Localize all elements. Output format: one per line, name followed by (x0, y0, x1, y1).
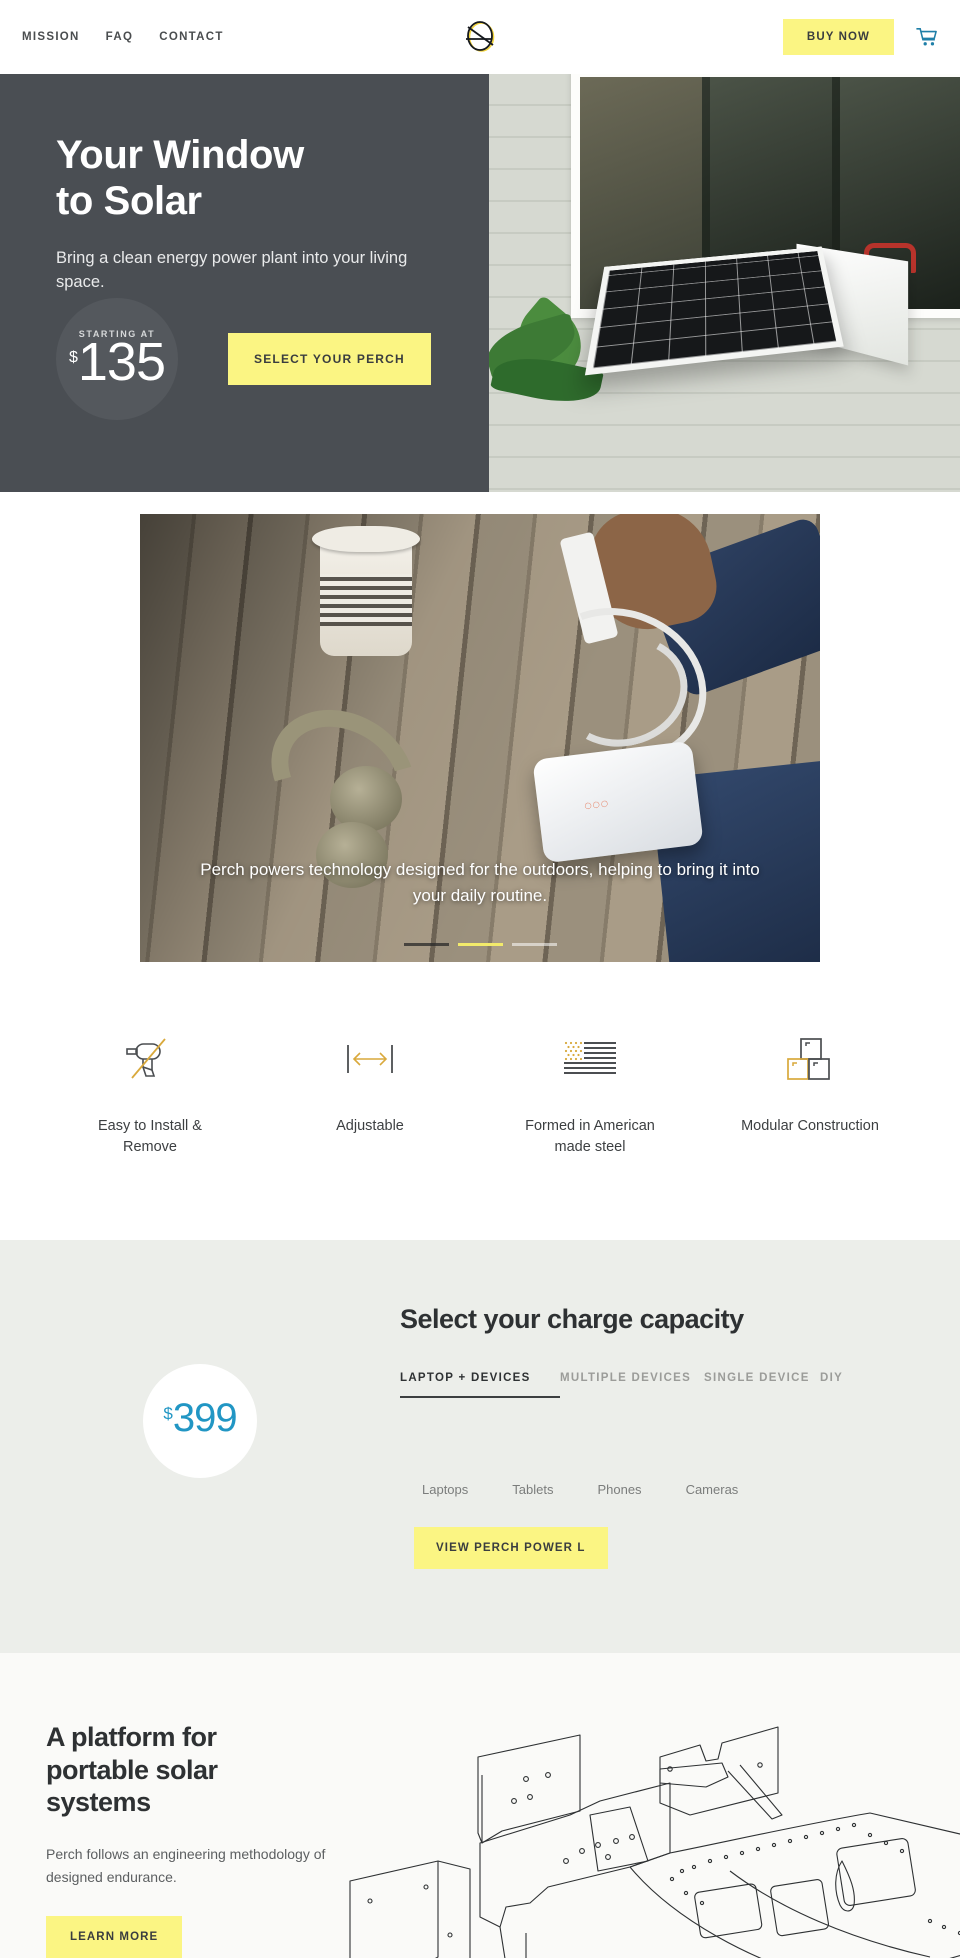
hero-cta-row: STARTING AT $ 135 SELECT YOUR PERCH (56, 298, 431, 420)
hero-price-currency: $ (68, 349, 78, 366)
adjustable-arrows-icon (343, 1028, 397, 1090)
capacity-tab-multiple-devices[interactable]: MULTIPLE DEVICES (560, 1369, 704, 1396)
device-tag-laptops[interactable]: Laptops (422, 1482, 468, 1497)
lifestyle-carousel-section: ◌◌◌ Perch powers technology designed for… (0, 492, 960, 962)
platform-subtitle: Perch follows an engineering methodology… (46, 1846, 326, 1885)
platform-title: A platform for portable solar systems (46, 1721, 218, 1818)
coffee-cup-lid (312, 526, 420, 552)
feature-modular: Modular Construction (700, 1028, 920, 1158)
feature-american-steel: Formed in American made steel (480, 1028, 700, 1158)
primary-nav: MISSION FAQ CONTACT (22, 31, 224, 43)
header-actions: BUY NOW (782, 19, 938, 55)
platform-copy: A platform for portable solar systems Pe… (0, 1721, 400, 1958)
coffee-cup-sleeve (320, 574, 412, 626)
device-tags: Laptops Tablets Phones Cameras (400, 1482, 920, 1497)
feature-label: Modular Construction (741, 1118, 879, 1134)
capacity-price-value: 399 (172, 1396, 238, 1441)
headphone-earcup (330, 766, 402, 832)
hero-title: Your Window to Solar (56, 132, 423, 225)
lifestyle-carousel[interactable]: ◌◌◌ Perch powers technology designed for… (140, 514, 820, 962)
capacity-content: Select your charge capacity LAPTOP + DEV… (400, 1304, 960, 1569)
hero-price: $ 135 (68, 332, 166, 392)
american-flag-icon (562, 1028, 618, 1090)
voltaic-logo: ◌◌◌ (583, 795, 610, 814)
hero-section: Your Window to Solar Bring a clean energ… (0, 74, 960, 492)
device-tag-phones[interactable]: Phones (597, 1482, 641, 1497)
hero-price-value: 135 (77, 332, 166, 392)
features-row: Easy to Install & Remove Adjustable Form… (0, 962, 960, 1241)
capacity-title: Select your charge capacity (400, 1304, 744, 1335)
feature-label: Adjustable (336, 1118, 404, 1134)
modular-blocks-icon-svg (787, 1038, 830, 1080)
carousel-indicators (140, 943, 820, 946)
no-drill-icon (121, 1028, 179, 1090)
capacity-tab-laptop-devices[interactable]: LAPTOP + DEVICES (400, 1369, 560, 1398)
american-flag-icon-svg (564, 1041, 616, 1074)
hero-image-edge (479, 74, 489, 492)
hero-title-line-1: Your Window (56, 133, 304, 177)
solar-cell-grid (592, 251, 837, 369)
buy-now-button[interactable]: BUY NOW (782, 19, 894, 55)
capacity-tab-diy[interactable]: DIY (820, 1369, 900, 1396)
device-tag-tablets[interactable]: Tablets (512, 1482, 553, 1497)
cart-button[interactable] (916, 27, 938, 47)
site-header: MISSION FAQ CONTACT BUY NOW (0, 0, 960, 74)
hero-copy: Your Window to Solar Bring a clean energ… (0, 74, 479, 492)
feature-label: Formed in American made steel (525, 1118, 655, 1156)
voltaic-battery-pack: ◌◌◌ (532, 740, 704, 864)
carousel-indicator-3[interactable] (511, 943, 557, 946)
adjustable-arrows-icon-svg (347, 1045, 393, 1073)
exploded-technical-drawing (349, 1726, 960, 1958)
carousel-caption: Perch powers technology designed for the… (200, 860, 760, 905)
feature-easy-install: Easy to Install & Remove (40, 1028, 260, 1158)
nav-link-faq[interactable]: FAQ (106, 31, 134, 43)
capacity-price-column: $ 399 (0, 1304, 400, 1479)
cart-icon (916, 28, 937, 46)
hero-title-line-2: to Solar (56, 179, 202, 224)
hero-subtitle: Bring a clean energy power plant into yo… (56, 248, 408, 291)
headphones (248, 684, 438, 888)
nav-link-mission[interactable]: MISSION (22, 31, 80, 43)
select-your-perch-button[interactable]: SELECT YOUR PERCH (228, 333, 431, 385)
perch-logo-icon (466, 21, 495, 52)
device-tag-cameras[interactable]: Cameras (686, 1482, 739, 1497)
platform-learn-more-button[interactable]: LEARN MORE (46, 1916, 183, 1958)
hero-price-badge: STARTING AT $ 135 (56, 298, 178, 420)
view-perch-power-button[interactable]: VIEW PERCH POWER L (414, 1526, 608, 1569)
feature-adjustable: Adjustable (260, 1028, 480, 1158)
perch-logo[interactable] (457, 14, 503, 60)
platform-section: A platform for portable solar systems Pe… (0, 1652, 960, 1958)
modular-blocks-icon (784, 1028, 836, 1090)
nav-link-contact[interactable]: CONTACT (159, 31, 223, 43)
carousel-indicator-1[interactable] (403, 943, 449, 946)
no-drill-icon-svg (126, 1038, 166, 1079)
feature-label: Easy to Install & Remove (98, 1118, 202, 1156)
capacity-price-currency: $ (163, 1404, 173, 1424)
capacity-tabs: LAPTOP + DEVICES MULTIPLE DEVICES SINGLE… (400, 1369, 920, 1398)
hero-image (479, 74, 960, 492)
capacity-price-badge: $ 399 (143, 1364, 257, 1479)
carousel-indicator-2[interactable] (457, 943, 503, 946)
charge-capacity-section: $ 399 Select your charge capacity LAPTOP… (0, 1240, 960, 1653)
capacity-tab-single-device[interactable]: SINGLE DEVICE (704, 1369, 820, 1396)
